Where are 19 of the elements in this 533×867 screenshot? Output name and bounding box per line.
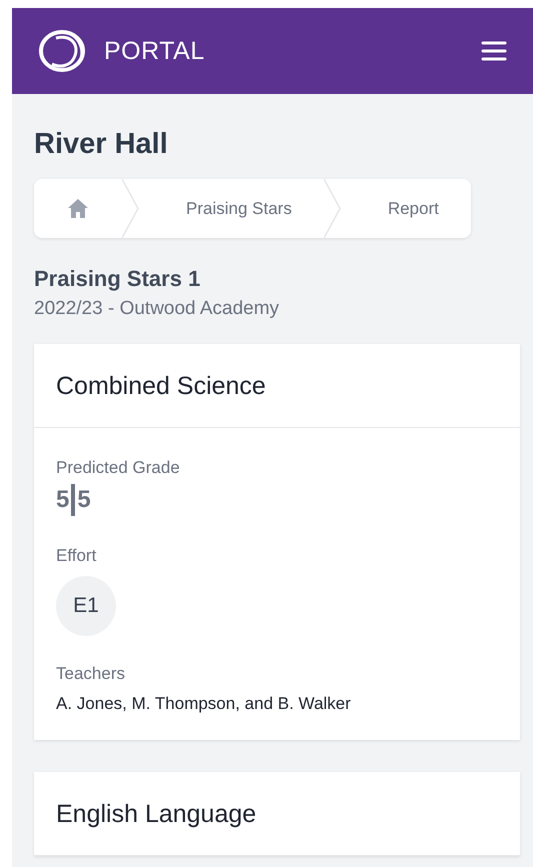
field-label: Effort [56,546,98,566]
page-title: River Hall [34,128,169,161]
subject-title: Combined Science [56,372,267,401]
chevron-separator-icon [122,179,140,238]
grade-value: 5 [56,486,70,514]
field-label: Teachers [56,664,126,684]
breadcrumb-link[interactable]: Report [342,179,471,238]
teachers-text: A. Jones, M. Thompson, and B. Walker [56,694,352,714]
home-icon [68,199,88,218]
field-label: Predicted Grade [56,458,181,478]
menu-button[interactable] [481,40,507,62]
report-subtitle: 2022/23 - Outwood Academy [34,298,280,320]
subject-title: English Language [56,800,258,829]
brand-name: PORTAL [104,36,205,66]
grade-value: 5 [77,486,91,514]
report-title: Praising Stars 1 [34,266,202,292]
effort-badge: E1 [56,576,116,636]
chevron-separator-icon [324,179,342,238]
breadcrumb-link[interactable]: Praising Stars [140,179,324,238]
